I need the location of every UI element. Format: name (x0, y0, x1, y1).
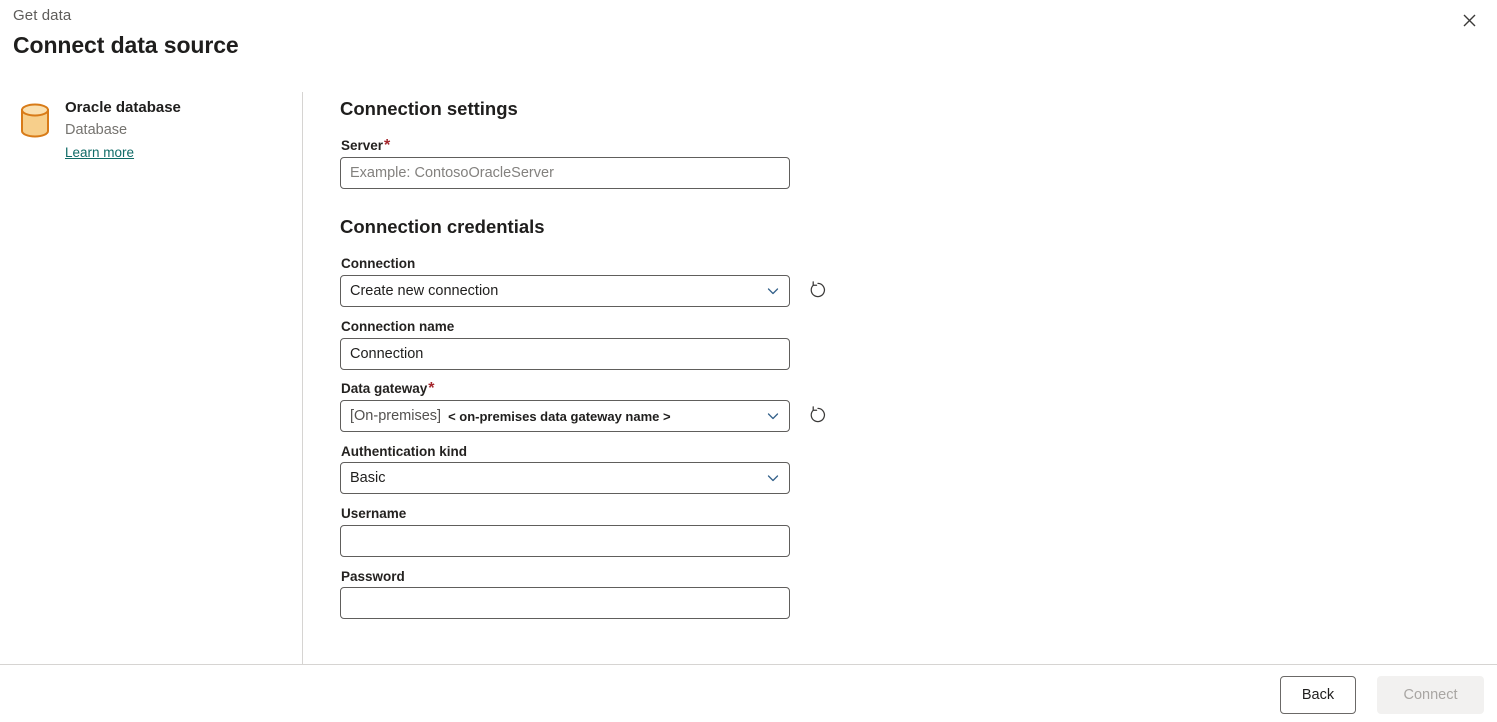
server-label-row: Server* (341, 137, 390, 155)
connection-name-label-row: Connection name (341, 318, 454, 336)
data-gateway-required-mark: * (428, 380, 435, 397)
server-required-mark: * (384, 137, 391, 154)
connection-name-label: Connection name (341, 319, 455, 334)
back-button[interactable]: Back (1280, 676, 1356, 714)
connection-name-input[interactable] (340, 338, 790, 370)
chevron-down-icon (766, 409, 780, 423)
learn-more-link[interactable]: Learn more (65, 145, 134, 160)
username-input[interactable] (340, 525, 790, 557)
server-label: Server (341, 138, 384, 153)
data-gateway-dropdown[interactable]: [On-premises] < on-premises data gateway… (340, 400, 790, 432)
close-button[interactable] (1453, 4, 1485, 36)
authentication-kind-label-row: Authentication kind (341, 443, 467, 461)
source-info-pane (0, 92, 302, 664)
source-category: Database (65, 122, 128, 138)
authentication-kind-dropdown[interactable]: Basic (340, 462, 790, 494)
breadcrumb-get-data: Get data (13, 7, 72, 24)
pane-divider (302, 92, 303, 664)
data-gateway-value-name: < on-premises data gateway name > (448, 408, 671, 424)
data-gateway-refresh-button[interactable] (802, 400, 834, 432)
connection-label: Connection (341, 256, 416, 271)
password-input[interactable] (340, 587, 790, 619)
data-gateway-label: Data gateway (341, 381, 428, 396)
server-input[interactable] (340, 157, 790, 189)
close-icon (1463, 14, 1476, 27)
username-label-row: Username (341, 505, 406, 523)
chevron-down-icon (766, 284, 780, 298)
connect-data-source-dialog: Get data Connect data source Oracle data… (0, 0, 1497, 722)
data-gateway-value-prefix: [On-premises] (350, 408, 442, 424)
chevron-down-icon (766, 471, 780, 485)
refresh-icon (808, 280, 828, 303)
connection-refresh-button[interactable] (802, 275, 834, 307)
connect-button[interactable]: Connect (1377, 676, 1484, 714)
password-label-row: Password (341, 568, 405, 586)
connection-label-row: Connection (341, 255, 415, 273)
database-cylinder-icon (18, 101, 52, 141)
data-gateway-label-row: Data gateway* (341, 380, 435, 398)
password-label: Password (341, 569, 405, 584)
dialog-footer: Back Connect (0, 665, 1497, 722)
authentication-kind-value: Basic (350, 470, 386, 486)
section-heading-connection-credentials: Connection credentials (340, 216, 545, 237)
connection-dropdown[interactable]: Create new connection (340, 275, 790, 307)
section-heading-connection-settings: Connection settings (340, 98, 518, 119)
authentication-kind-label: Authentication kind (341, 444, 467, 459)
connection-dropdown-value: Create new connection (350, 283, 499, 299)
source-name: Oracle database (65, 99, 181, 116)
page-title: Connect data source (13, 32, 239, 58)
username-label: Username (341, 506, 407, 521)
refresh-icon (808, 405, 828, 428)
